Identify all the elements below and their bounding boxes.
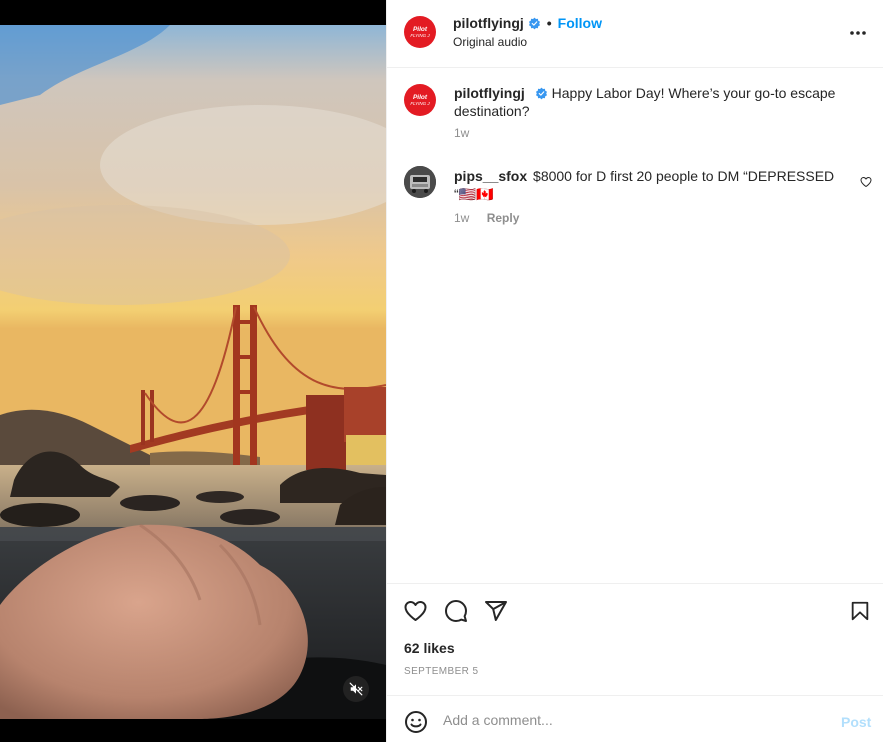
paper-plane-icon (485, 601, 507, 621)
caption-body: pilotflyingj Happy Labor Day! Where’s yo… (454, 84, 854, 120)
audio-link[interactable]: Original audio (453, 35, 527, 49)
share-button[interactable] (484, 599, 508, 628)
comment-timestamp[interactable]: 1w (454, 211, 469, 225)
like-button[interactable] (403, 599, 428, 628)
more-options-button[interactable] (849, 22, 867, 47)
caption-author-avatar[interactable]: Pilot FLYING J (404, 84, 436, 116)
pilot-logo: Pilot FLYING J (410, 26, 429, 38)
separator-dot: • (546, 15, 552, 31)
add-comment-bar: Post (387, 695, 883, 742)
comment-button[interactable] (444, 599, 468, 628)
post-comment-button[interactable]: Post (841, 714, 871, 730)
pilot-logo: Pilot FLYING J (410, 94, 429, 106)
heart-icon (404, 601, 427, 621)
save-button[interactable] (849, 599, 871, 628)
post-header: Pilot FLYING J pilotflyingj • Follow Ori… (387, 0, 883, 68)
post-date: SEPTEMBER 5 (404, 666, 479, 677)
logo-text-bottom: FLYING J (410, 101, 430, 106)
post-details-panel: Pilot FLYING J pilotflyingj • Follow Ori… (386, 0, 883, 742)
comment-body: pips__sfox $8000 for D first 20 people t… (454, 167, 844, 203)
comment-meta: 1w Reply (454, 211, 519, 225)
smiley-icon (405, 711, 427, 733)
logo-text-top: Pilot (412, 94, 428, 101)
like-count[interactable]: 62 likes (404, 640, 455, 656)
commenter-username[interactable]: pips__sfox (454, 168, 527, 184)
more-horizontal-icon (850, 31, 866, 35)
reply-button[interactable]: Reply (487, 211, 520, 225)
speaker-muted-icon (349, 682, 363, 696)
mute-button[interactable] (343, 676, 369, 702)
comment-like-button[interactable] (860, 175, 872, 193)
golden-gate-video (0, 25, 386, 719)
follow-button[interactable]: Follow (558, 15, 602, 31)
author-username[interactable]: pilotflyingj (453, 15, 524, 31)
emoji-button[interactable] (404, 710, 428, 739)
author-line: pilotflyingj • Follow (453, 14, 602, 32)
caption-timestamp[interactable]: 1w (454, 126, 469, 140)
commenter-avatar[interactable] (404, 166, 436, 198)
heart-icon (860, 176, 872, 188)
post-actions: 62 likes SEPTEMBER 5 (387, 583, 883, 695)
logo-text-bottom: FLYING J (410, 33, 430, 38)
caption-username[interactable]: pilotflyingj (454, 85, 525, 101)
author-avatar[interactable]: Pilot FLYING J (404, 16, 436, 48)
comment-input[interactable] (443, 708, 823, 732)
verified-badge-icon (535, 87, 548, 100)
truck-avatar-image (404, 166, 436, 198)
logo-text-top: Pilot (412, 26, 428, 33)
post-media[interactable] (0, 0, 386, 742)
comment-bubble-icon (445, 600, 467, 622)
verified-badge-icon (528, 17, 541, 30)
bookmark-icon (851, 601, 869, 621)
video-frame[interactable] (0, 25, 386, 719)
